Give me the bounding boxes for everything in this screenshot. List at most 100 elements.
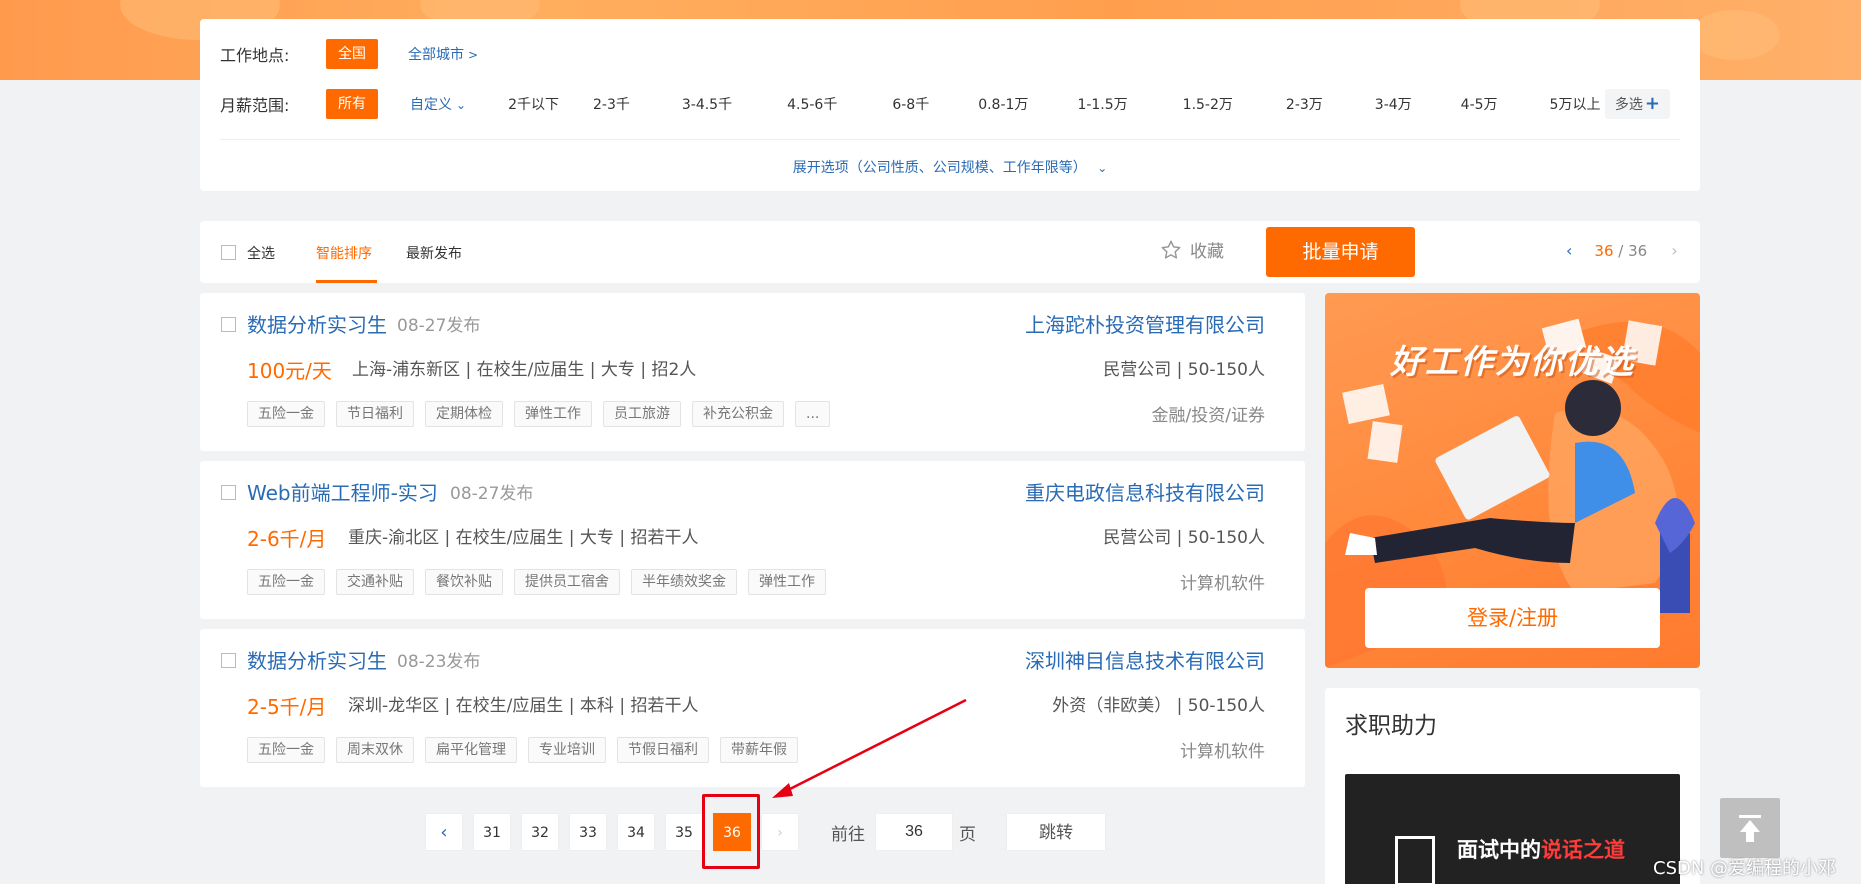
salary-custom-dropdown[interactable]: 自定义 ⌄ <box>410 94 466 114</box>
mini-pager-current: 36 <box>1594 242 1614 260</box>
jump-button[interactable]: 跳转 <box>1006 813 1106 851</box>
mini-pager-total: 36 <box>1628 242 1648 260</box>
job-checkbox[interactable] <box>221 653 236 668</box>
salary-all-option[interactable]: 所有 <box>326 89 378 119</box>
job-card[interactable]: Web前端工程师-实习 08-27发布 重庆电政信息科技有限公司 2-6千/月 … <box>200 461 1305 619</box>
company-name[interactable]: 重庆电政信息科技有限公司 <box>1025 477 1265 506</box>
star-icon <box>1161 240 1181 259</box>
favorite-button[interactable]: 收藏 <box>1160 237 1224 262</box>
salary-option[interactable]: 4-5万 <box>1461 94 1498 114</box>
job-salary: 100元/天 <box>247 359 332 383</box>
chevron-down-icon: ⌄ <box>1097 161 1108 175</box>
helper-card-title: 面试中的说话之道 <box>1457 834 1625 864</box>
salary-option[interactable]: 2千以下 <box>508 94 559 114</box>
salary-option[interactable]: 0.8-1万 <box>978 94 1028 114</box>
multi-select-label: 多选 <box>1614 97 1643 113</box>
goto-unit: 页 <box>959 824 976 845</box>
salary-option[interactable]: 5万以上 <box>1550 94 1601 114</box>
helper-card[interactable]: 面试中的说话之道 <box>1345 774 1680 884</box>
job-card[interactable]: 数据分析实习生 08-27发布 上海跎朴投资管理有限公司 100元/天 上海-浦… <box>200 293 1305 451</box>
sort-toolbar: 全选 智能排序 最新发布 收藏 批量申请 ‹ 36 / 36 › <box>200 221 1700 283</box>
job-date: 08-27发布 <box>450 484 534 504</box>
salary-option[interactable]: 3-4万 <box>1375 94 1412 114</box>
job-tag: 周末双休 <box>336 737 414 763</box>
tab-latest[interactable]: 最新发布 <box>406 243 462 263</box>
page-button-32[interactable]: 32 <box>521 813 559 851</box>
batch-apply-button[interactable]: 批量申请 <box>1266 227 1415 277</box>
favorite-label: 收藏 <box>1190 242 1224 262</box>
location-nationwide-option[interactable]: 全国 <box>326 39 378 69</box>
job-meta: 上海-浦东新区 | 在校生/应届生 | 大专 | 招2人 <box>352 360 697 380</box>
job-tag: 员工旅游 <box>603 401 681 427</box>
job-tag: 节日福利 <box>336 401 414 427</box>
goto-page-input[interactable] <box>875 813 953 851</box>
salary-custom-label: 自定义 <box>410 97 452 113</box>
promo-banner[interactable]: 好工作为你优选 登录/注册 <box>1325 293 1700 668</box>
annotation-highlight-box <box>702 794 760 869</box>
all-cities-label: 全部城市 <box>408 47 464 63</box>
expand-options-label: 展开选项（公司性质、公司规模、工作年限等） <box>792 160 1087 176</box>
salary-option[interactable]: 6-8千 <box>892 94 929 114</box>
job-date: 08-27发布 <box>397 316 481 336</box>
chevron-down-icon: ⌄ <box>456 98 467 112</box>
job-tags: 五险一金 交通补贴 餐饮补贴 提供员工宿舍 半年绩效奖金 弹性工作 <box>247 569 837 595</box>
job-checkbox[interactable] <box>221 485 236 500</box>
job-meta: 重庆-渝北区 | 在校生/应届生 | 大专 | 招若干人 <box>348 528 699 548</box>
job-tag: 专业培训 <box>528 737 606 763</box>
prev-page-icon[interactable]: ‹ <box>1566 241 1572 260</box>
salary-option[interactable]: 3-4.5千 <box>682 94 732 114</box>
salary-option[interactable]: 4.5-6千 <box>787 94 837 114</box>
all-cities-link[interactable]: 全部城市 > <box>408 44 478 64</box>
company-industry: 金融/投资/证券 <box>1151 406 1265 426</box>
salary-option[interactable]: 2-3千 <box>593 94 630 114</box>
chevron-right-icon: > <box>468 48 479 62</box>
page-button-34[interactable]: 34 <box>617 813 655 851</box>
select-all-checkbox[interactable] <box>221 245 236 260</box>
mini-pager: ‹ 36 / 36 › <box>1566 241 1678 260</box>
back-to-top-button[interactable] <box>1720 798 1780 858</box>
salary-option[interactable]: 2-3万 <box>1286 94 1323 114</box>
job-tag: 交通补贴 <box>336 569 414 595</box>
next-page-button[interactable]: › <box>761 813 799 851</box>
login-register-button[interactable]: 登录/注册 <box>1365 588 1660 648</box>
salary-filter-row: 月薪范围: 所有 自定义 ⌄ 2千以下 2-3千 3-4.5千 4.5-6千 6-8千 0.… <box>220 89 1600 119</box>
job-tag: 定期体检 <box>425 401 503 427</box>
prev-page-button[interactable]: ‹ <box>425 813 463 851</box>
select-all-label[interactable]: 全选 <box>247 243 275 263</box>
job-tags: 五险一金 节日福利 定期体检 弹性工作 员工旅游 补充公积金 ... <box>247 401 841 427</box>
company-type: 外资（非欧美） | 50-150人 <box>1052 696 1265 716</box>
job-title[interactable]: 数据分析实习生 <box>247 645 387 674</box>
job-tag: 补充公积金 <box>692 401 784 427</box>
active-tab-indicator <box>316 280 377 283</box>
promo-headline: 好工作为你优选 <box>1390 342 1635 381</box>
more-tags-button[interactable]: ... <box>795 401 831 427</box>
page-button-35[interactable]: 35 <box>665 813 703 851</box>
multi-select-button[interactable]: 多选 + <box>1604 89 1670 119</box>
company-name[interactable]: 上海跎朴投资管理有限公司 <box>1025 309 1265 338</box>
job-tag: 半年绩效奖金 <box>631 569 737 595</box>
company-name[interactable]: 深圳神目信息技术有限公司 <box>1025 645 1265 674</box>
helper-card-text-b: 说话之道 <box>1541 838 1625 862</box>
salary-option[interactable]: 1-1.5万 <box>1077 94 1127 114</box>
expand-options-link[interactable]: 展开选项（公司性质、公司规模、工作年限等） ⌄ <box>200 157 1700 177</box>
pagination: ‹ 31 32 33 34 35 36 › 前往 页 跳转 <box>425 813 1106 851</box>
next-page-icon[interactable]: › <box>1671 241 1677 260</box>
location-filter-row: 工作地点: 全国 全部城市 > <box>220 39 478 69</box>
helper-card-text-a: 面试中的 <box>1457 838 1541 862</box>
page-button-31[interactable]: 31 <box>473 813 511 851</box>
job-title[interactable]: Web前端工程师-实习 <box>247 477 438 506</box>
job-date: 08-23发布 <box>397 652 481 672</box>
location-label: 工作地点: <box>220 46 290 65</box>
tab-smart-sort[interactable]: 智能排序 <box>316 243 372 263</box>
card-decoration <box>1395 836 1435 884</box>
filter-panel: 工作地点: 全国 全部城市 > 月薪范围: 所有 自定义 ⌄ 2千以下 2-3千 3-4… <box>200 19 1700 191</box>
job-tag: 节假日福利 <box>617 737 709 763</box>
page-button-33[interactable]: 33 <box>569 813 607 851</box>
watermark: CSDN @爱编程的小邓 <box>1653 858 1837 879</box>
salary-option[interactable]: 1.5-2万 <box>1183 94 1233 114</box>
helper-title: 求职助力 <box>1345 713 1437 739</box>
job-card[interactable]: 数据分析实习生 08-23发布 深圳神目信息技术有限公司 2-5千/月 深圳-龙… <box>200 629 1305 787</box>
job-title[interactable]: 数据分析实习生 <box>247 309 387 338</box>
mini-pager-sep: / <box>1618 242 1624 260</box>
job-checkbox[interactable] <box>221 317 236 332</box>
